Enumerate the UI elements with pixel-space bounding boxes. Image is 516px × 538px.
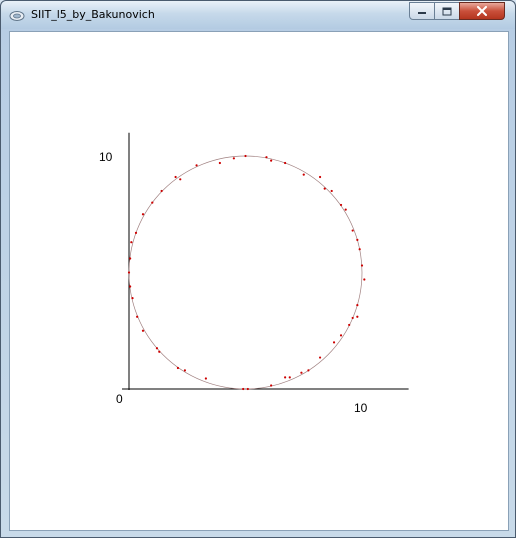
data-point bbox=[141, 329, 145, 332]
data-point bbox=[307, 369, 310, 372]
data-point bbox=[204, 377, 207, 380]
data-point bbox=[183, 369, 187, 372]
reference-circle bbox=[128, 155, 363, 390]
y-tick-label-10: 10 bbox=[99, 150, 113, 164]
data-point bbox=[242, 387, 245, 391]
close-button[interactable] bbox=[459, 2, 505, 20]
data-point bbox=[351, 316, 354, 320]
data-point bbox=[127, 271, 131, 274]
data-point bbox=[244, 154, 247, 158]
data-point bbox=[160, 189, 163, 193]
data-point bbox=[344, 208, 347, 211]
data-point bbox=[179, 178, 182, 181]
close-icon bbox=[477, 6, 487, 16]
data-point bbox=[318, 356, 322, 359]
data-point bbox=[348, 323, 351, 327]
window-title: SIIT_l5_by_Bakunovich bbox=[31, 8, 155, 21]
data-point bbox=[141, 213, 145, 216]
data-point bbox=[134, 231, 138, 234]
data-point bbox=[246, 387, 249, 391]
data-point bbox=[129, 257, 132, 260]
data-point bbox=[151, 201, 154, 204]
data-point bbox=[176, 366, 180, 370]
data-point bbox=[339, 203, 343, 207]
data-point bbox=[158, 350, 161, 353]
data-point bbox=[131, 297, 134, 300]
data-point bbox=[356, 304, 359, 307]
maximize-button[interactable] bbox=[434, 2, 460, 20]
maximize-icon bbox=[442, 7, 452, 15]
data-point bbox=[332, 341, 336, 344]
data-point bbox=[130, 241, 133, 244]
origin-label: 0 bbox=[116, 392, 123, 406]
data-point bbox=[300, 371, 303, 374]
data-point bbox=[129, 285, 132, 288]
data-point bbox=[195, 164, 198, 167]
data-point bbox=[360, 264, 364, 267]
data-point bbox=[136, 315, 139, 318]
data-point bbox=[155, 347, 159, 350]
title-bar[interactable]: SIIT_l5_by_Bakunovich bbox=[1, 1, 515, 29]
plot-area: 0 10 10 bbox=[9, 31, 509, 531]
data-point bbox=[358, 248, 361, 251]
data-point bbox=[270, 384, 273, 387]
app-window: SIIT_l5_by_Bakunovich 0 10 10 bbox=[0, 0, 516, 538]
data-point bbox=[232, 157, 235, 160]
data-point bbox=[288, 376, 291, 379]
data-point bbox=[363, 278, 366, 281]
data-point bbox=[284, 376, 287, 379]
x-tick-label-10: 10 bbox=[354, 401, 368, 415]
data-point bbox=[356, 238, 359, 241]
data-point bbox=[265, 156, 268, 159]
data-point bbox=[339, 334, 343, 337]
data-point bbox=[323, 187, 326, 190]
data-point bbox=[330, 189, 333, 193]
data-point bbox=[270, 159, 273, 162]
data-point bbox=[284, 161, 287, 165]
app-icon bbox=[9, 8, 25, 22]
data-point bbox=[318, 175, 322, 179]
scatter-chart: 0 10 10 bbox=[99, 132, 409, 415]
data-point bbox=[356, 315, 359, 318]
data-point bbox=[218, 161, 221, 165]
data-point bbox=[351, 229, 354, 232]
minimize-icon bbox=[418, 12, 426, 14]
minimize-button[interactable] bbox=[409, 2, 435, 20]
data-point bbox=[302, 173, 305, 176]
data-point bbox=[174, 175, 177, 179]
